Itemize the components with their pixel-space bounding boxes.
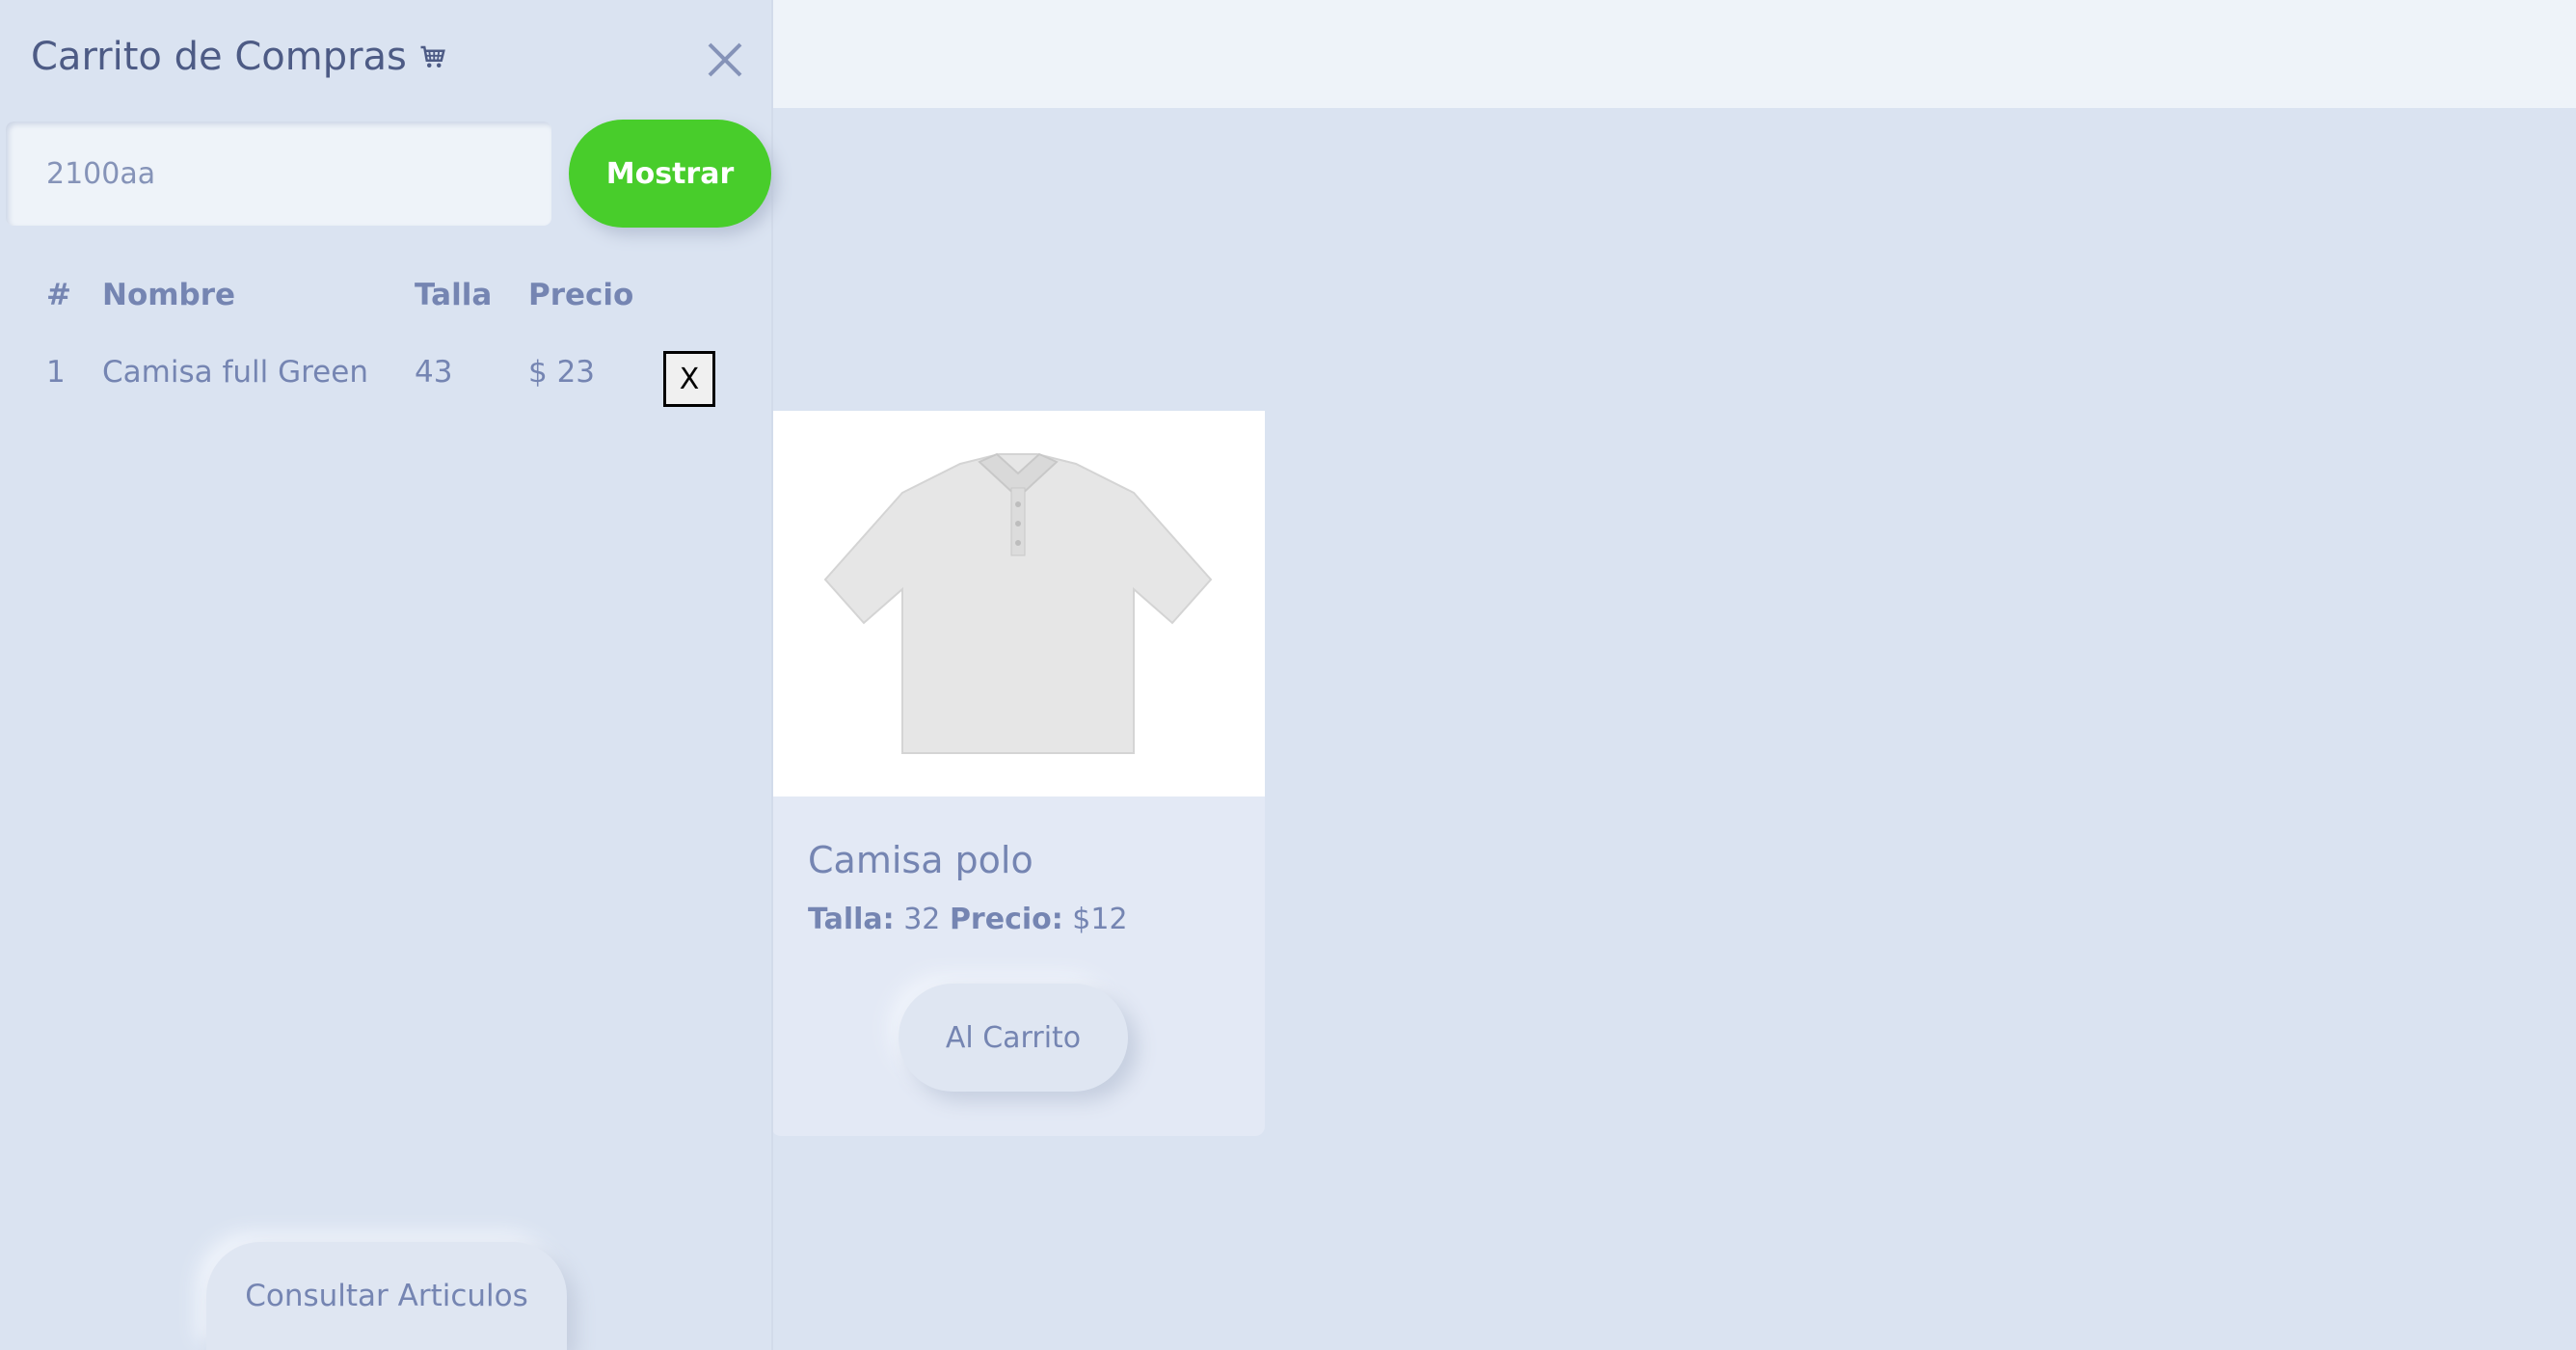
column-header-index: # xyxy=(46,278,71,312)
size-label: Talla: xyxy=(808,903,895,936)
polo-shirt-image xyxy=(823,452,1213,754)
row-price: $ 23 xyxy=(528,355,596,390)
search-input[interactable] xyxy=(6,122,551,226)
cart-title-text: Carrito de Compras xyxy=(31,35,407,79)
close-icon[interactable] xyxy=(704,39,746,81)
shopping-cart-icon xyxy=(420,45,445,68)
delete-row-button[interactable]: X xyxy=(663,351,715,407)
column-header-size: Talla xyxy=(415,278,493,312)
price-value: $12 xyxy=(1072,903,1128,936)
row-index: 1 xyxy=(46,355,66,390)
top-navbar xyxy=(771,0,2576,108)
consult-articles-button[interactable]: Consultar Articulos xyxy=(206,1242,567,1350)
product-meta: Talla: 32 Precio: $12 xyxy=(808,903,1228,936)
show-button[interactable]: Mostrar xyxy=(569,120,771,228)
column-header-price: Precio xyxy=(528,278,634,312)
row-size: 43 xyxy=(415,355,453,390)
cart-panel: Carrito de Compras Mostrar # Nombre Tall… xyxy=(0,0,771,1350)
product-title: Camisa polo xyxy=(808,839,1033,881)
add-to-cart-button[interactable]: Al Carrito xyxy=(899,984,1128,1092)
price-label: Precio: xyxy=(949,903,1063,936)
product-card: Camisa polo Talla: 32 Precio: $12 Al Car… xyxy=(771,411,1265,1136)
column-header-name: Nombre xyxy=(102,278,236,312)
row-name: Camisa full Green xyxy=(102,355,368,390)
cart-title: Carrito de Compras xyxy=(31,35,447,79)
product-image xyxy=(771,411,1265,796)
size-value: 32 xyxy=(903,903,941,936)
